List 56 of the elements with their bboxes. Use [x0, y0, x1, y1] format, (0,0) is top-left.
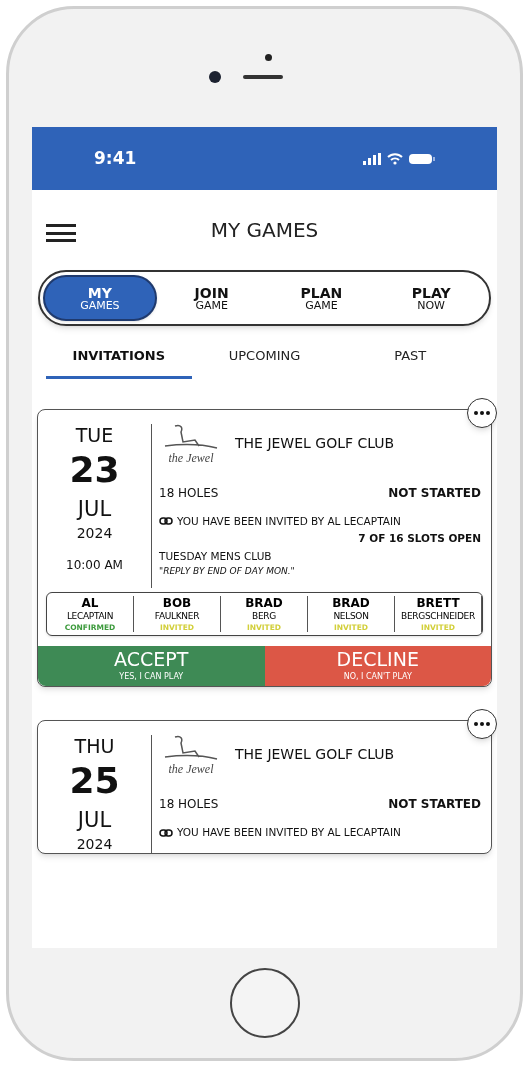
player-first-name: AL [81, 596, 99, 612]
player-first-name: BRETT [416, 596, 460, 612]
sensor-icon [265, 53, 272, 61]
segment-tab[interactable]: MY GAMES [43, 275, 157, 321]
more-button[interactable] [467, 397, 497, 428]
player-last-name: NELSON [333, 611, 369, 623]
game-status: NOT STARTED [388, 795, 481, 813]
player-last-name: FAULKNER [154, 611, 200, 623]
more-button[interactable] [467, 708, 497, 739]
accept-button[interactable]: ACCEPT YES, I CAN PLAY [38, 645, 265, 686]
decline-button[interactable]: DECLINE NO, I CAN'T PLAY [264, 645, 491, 686]
month: JUL [77, 807, 112, 834]
camera-icon [208, 70, 221, 83]
day-number: 23 [69, 448, 120, 493]
reply-note: "REPLY BY END OF DAY MON." [159, 564, 296, 578]
tee-time: 10:00 AM [66, 557, 123, 574]
segment-tab[interactable]: PLAY NOW [376, 275, 486, 321]
link-icon [159, 517, 173, 526]
speaker-icon [242, 74, 283, 79]
day-number: 25 [69, 759, 120, 804]
more-icon [474, 410, 490, 415]
game-status: NOT STARTED [388, 484, 481, 502]
player-last-name: BERG [252, 611, 276, 623]
year: 2024 [76, 835, 113, 854]
club-logo: the Jewel [159, 423, 223, 464]
clock-time: 9:41 [94, 146, 137, 170]
link-icon [159, 828, 173, 837]
player-first-name: BRAD [245, 596, 283, 612]
sub-tab[interactable]: UPCOMING [191, 340, 338, 379]
menu-button[interactable] [46, 222, 76, 244]
club-name: THE JEWEL GOLF CLUB [235, 745, 395, 765]
player-last-name: BERGSCHNEIDER [401, 611, 475, 623]
sub-tab[interactable]: PAST [337, 340, 483, 379]
signal-icon [363, 152, 381, 165]
holes: 18 HOLES [159, 484, 219, 502]
slots-open: 7 OF 16 SLOTS OPEN [358, 531, 481, 547]
sub-tab[interactable]: INVITATIONS [46, 340, 192, 379]
player-first-name: BOB [162, 596, 192, 612]
month: JUL [77, 496, 112, 523]
club-logo: the Jewel [159, 734, 223, 775]
invite-text: YOU HAVE BEEN INVITED BY AL LECAPTAIN [177, 824, 401, 840]
segment-tab[interactable]: JOIN GAME [156, 275, 267, 321]
player-last-name: LECAPTAIN [66, 611, 114, 623]
holes: 18 HOLES [159, 795, 219, 813]
year: 2024 [76, 524, 113, 542]
battery-icon [409, 152, 435, 165]
group-name: TUESDAY MENS CLUB [159, 549, 273, 564]
page-title: MY GAMES [210, 217, 319, 244]
invite-text: YOU HAVE BEEN INVITED BY AL LECAPTAIN [177, 513, 401, 529]
player-first-name: BRAD [332, 596, 370, 612]
club-name: THE JEWEL GOLF CLUB [235, 434, 395, 453]
weekday: THU [74, 734, 115, 759]
wifi-icon [387, 152, 403, 165]
more-icon [474, 721, 490, 726]
weekday: TUE [75, 423, 114, 448]
segment-tab[interactable]: PLAN GAME [266, 275, 377, 321]
